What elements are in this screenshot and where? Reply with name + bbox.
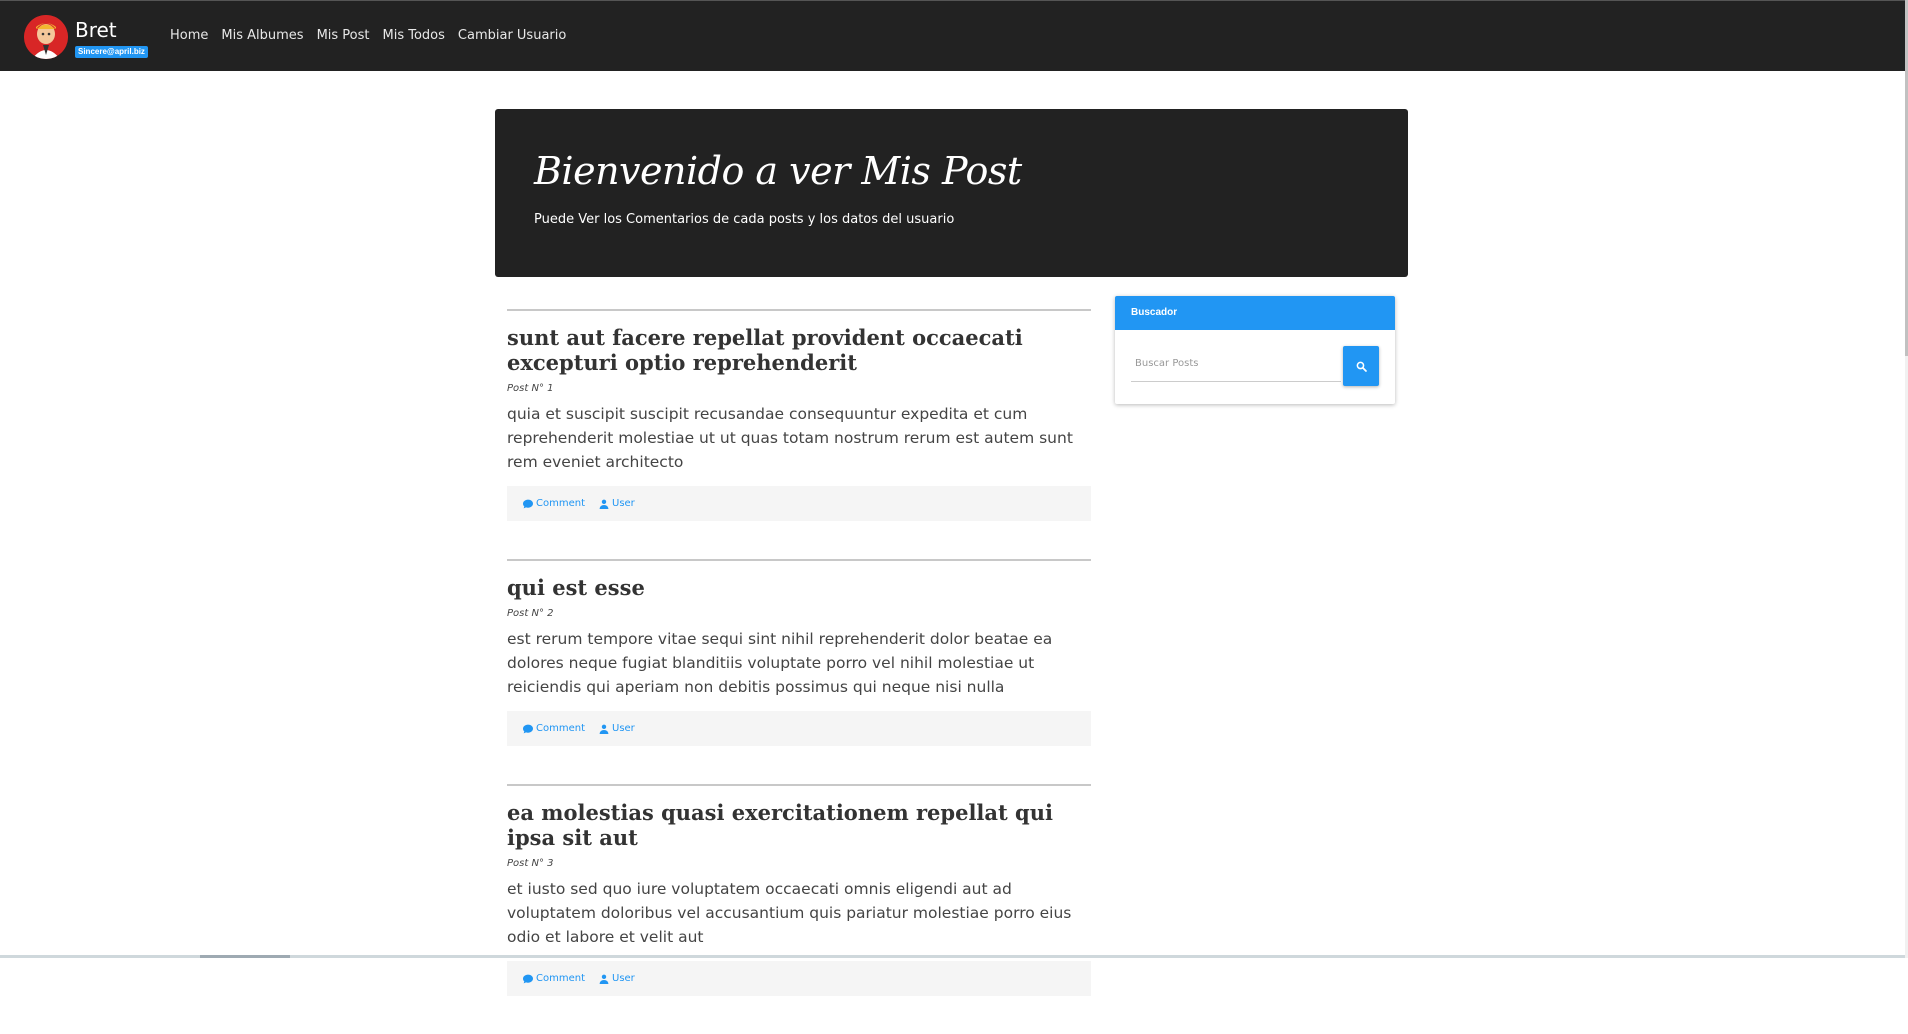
post-number: Post N° 3 (507, 858, 554, 869)
user-button[interactable]: User (599, 498, 635, 509)
post-title: qui est esse (507, 575, 645, 600)
post-title: sunt aut facere repellat provident occae… (507, 325, 1023, 375)
comment-button[interactable]: Comment (523, 973, 585, 984)
user-icon (599, 974, 609, 984)
post-item: sunt aut facere repellat provident occae… (507, 309, 1091, 521)
comment-icon (523, 974, 533, 983)
post-body: et iusto sed quo iure voluptatem occaeca… (507, 880, 1072, 946)
comment-icon (523, 724, 533, 733)
nav-link-todos[interactable]: Mis Todos (383, 28, 445, 43)
comment-button[interactable]: Comment (523, 498, 585, 509)
post-list: sunt aut facere repellat provident occae… (507, 309, 1091, 1034)
brand-name: Bret (75, 18, 117, 42)
user-label: User (612, 498, 635, 509)
nav-link-home[interactable]: Home (170, 28, 208, 43)
post-number: Post N° 1 (507, 383, 554, 394)
comment-label: Comment (536, 498, 585, 509)
user-button[interactable]: User (599, 723, 635, 734)
search-panel-header: Buscador (1115, 296, 1395, 330)
user-button[interactable]: User (599, 973, 635, 984)
comment-icon (523, 499, 533, 508)
search-input[interactable] (1131, 346, 1341, 382)
post-body: quia et suscipit suscipit recusandae con… (507, 405, 1073, 471)
comment-button[interactable]: Comment (523, 723, 585, 734)
page-title: Bienvenido a ver Mis Post (534, 149, 1022, 193)
search-icon (1356, 361, 1367, 372)
user-label: User (612, 973, 635, 984)
user-icon (599, 724, 609, 734)
comment-label: Comment (536, 723, 585, 734)
post-item: ea molestias quasi exercitationem repell… (507, 784, 1091, 996)
post-actions: Comment User (507, 711, 1091, 746)
top-navbar: Bret Sincere@april.biz Home Mis Albumes … (0, 0, 1905, 71)
user-email-badge: Sincere@april.biz (75, 46, 148, 58)
search-button[interactable] (1343, 346, 1379, 386)
post-number: Post N° 2 (507, 608, 554, 619)
post-item: qui est esse Post N° 2 est rerum tempore… (507, 559, 1091, 746)
nav-link-posts[interactable]: Mis Post (317, 28, 370, 43)
hero-subtitle: Puede Ver los Comentarios de cada posts … (534, 212, 955, 227)
nav-link-change-user[interactable]: Cambiar Usuario (458, 28, 566, 43)
comment-label: Comment (536, 973, 585, 984)
post-actions: Comment User (507, 486, 1091, 521)
search-panel: Buscador (1115, 296, 1395, 404)
post-title: ea molestias quasi exercitationem repell… (507, 800, 1053, 850)
avatar[interactable] (24, 15, 68, 59)
nav-links: Home Mis Albumes Mis Post Mis Todos Camb… (170, 28, 579, 43)
post-body: est rerum tempore vitae sequi sint nihil… (507, 630, 1053, 696)
user-icon (599, 499, 609, 509)
nav-link-albums[interactable]: Mis Albumes (221, 28, 303, 43)
post-actions: Comment User (507, 961, 1091, 996)
user-label: User (612, 723, 635, 734)
hero-banner: Bienvenido a ver Mis Post Puede Ver los … (495, 109, 1408, 277)
